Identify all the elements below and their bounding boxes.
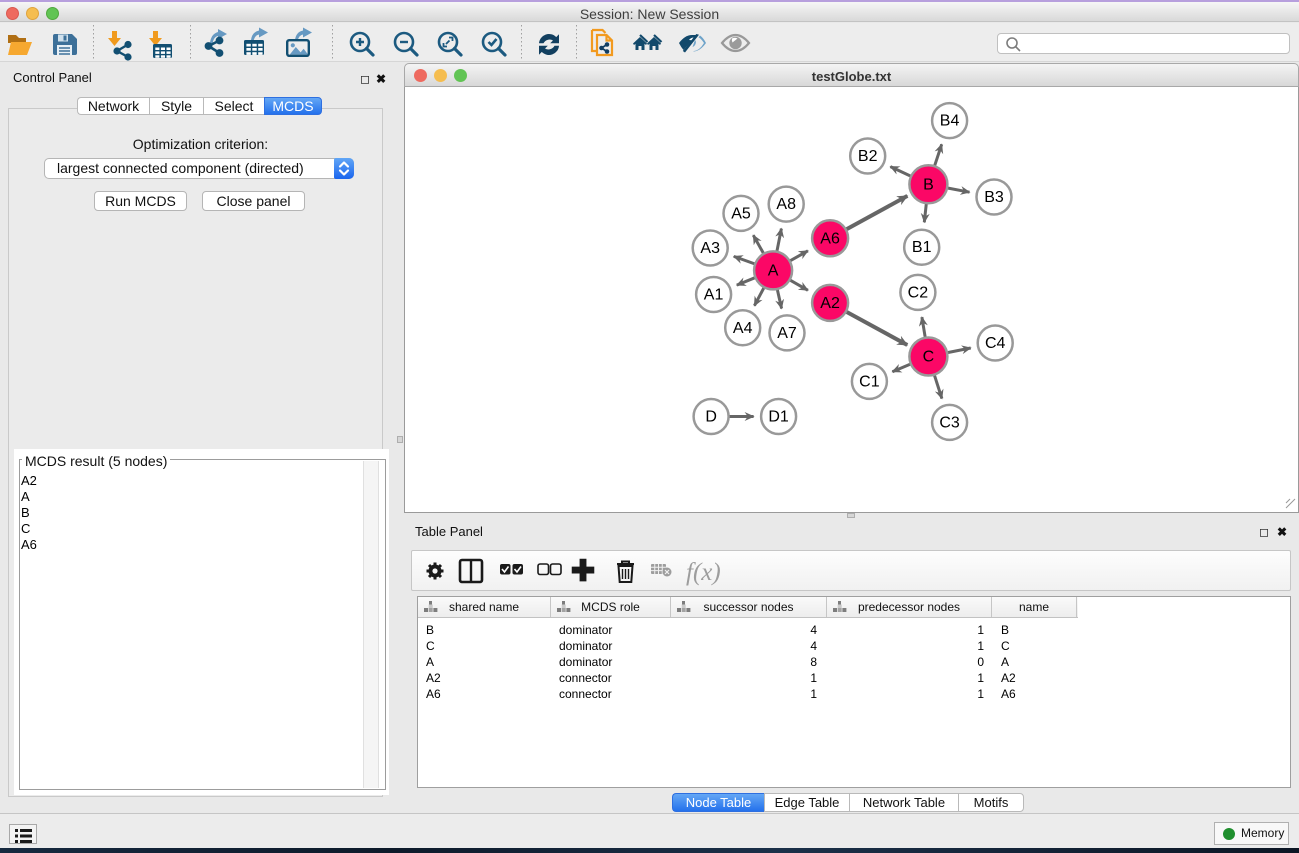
svg-text:A2: A2 (820, 295, 840, 312)
svg-text:A6: A6 (820, 230, 840, 247)
svg-text:C: C (923, 349, 935, 366)
svg-text:B2: B2 (858, 148, 878, 165)
svg-text:A8: A8 (776, 196, 796, 213)
svg-text:C1: C1 (859, 373, 880, 390)
svg-text:C2: C2 (908, 284, 929, 301)
svg-text:A5: A5 (731, 205, 751, 222)
svg-text:A1: A1 (704, 287, 724, 304)
svg-text:A4: A4 (733, 320, 753, 337)
svg-text:C4: C4 (985, 335, 1006, 352)
svg-text:B1: B1 (912, 239, 932, 256)
svg-text:A: A (768, 262, 779, 279)
svg-text:D: D (705, 409, 717, 426)
svg-text:A7: A7 (777, 325, 797, 342)
svg-text:B3: B3 (984, 189, 1004, 206)
svg-text:B: B (923, 176, 934, 193)
svg-text:f(x): f(x) (686, 559, 721, 586)
svg-text:D1: D1 (768, 409, 789, 426)
svg-text:B4: B4 (940, 113, 960, 130)
svg-text:C3: C3 (939, 414, 960, 431)
svg-text:A3: A3 (700, 240, 720, 257)
